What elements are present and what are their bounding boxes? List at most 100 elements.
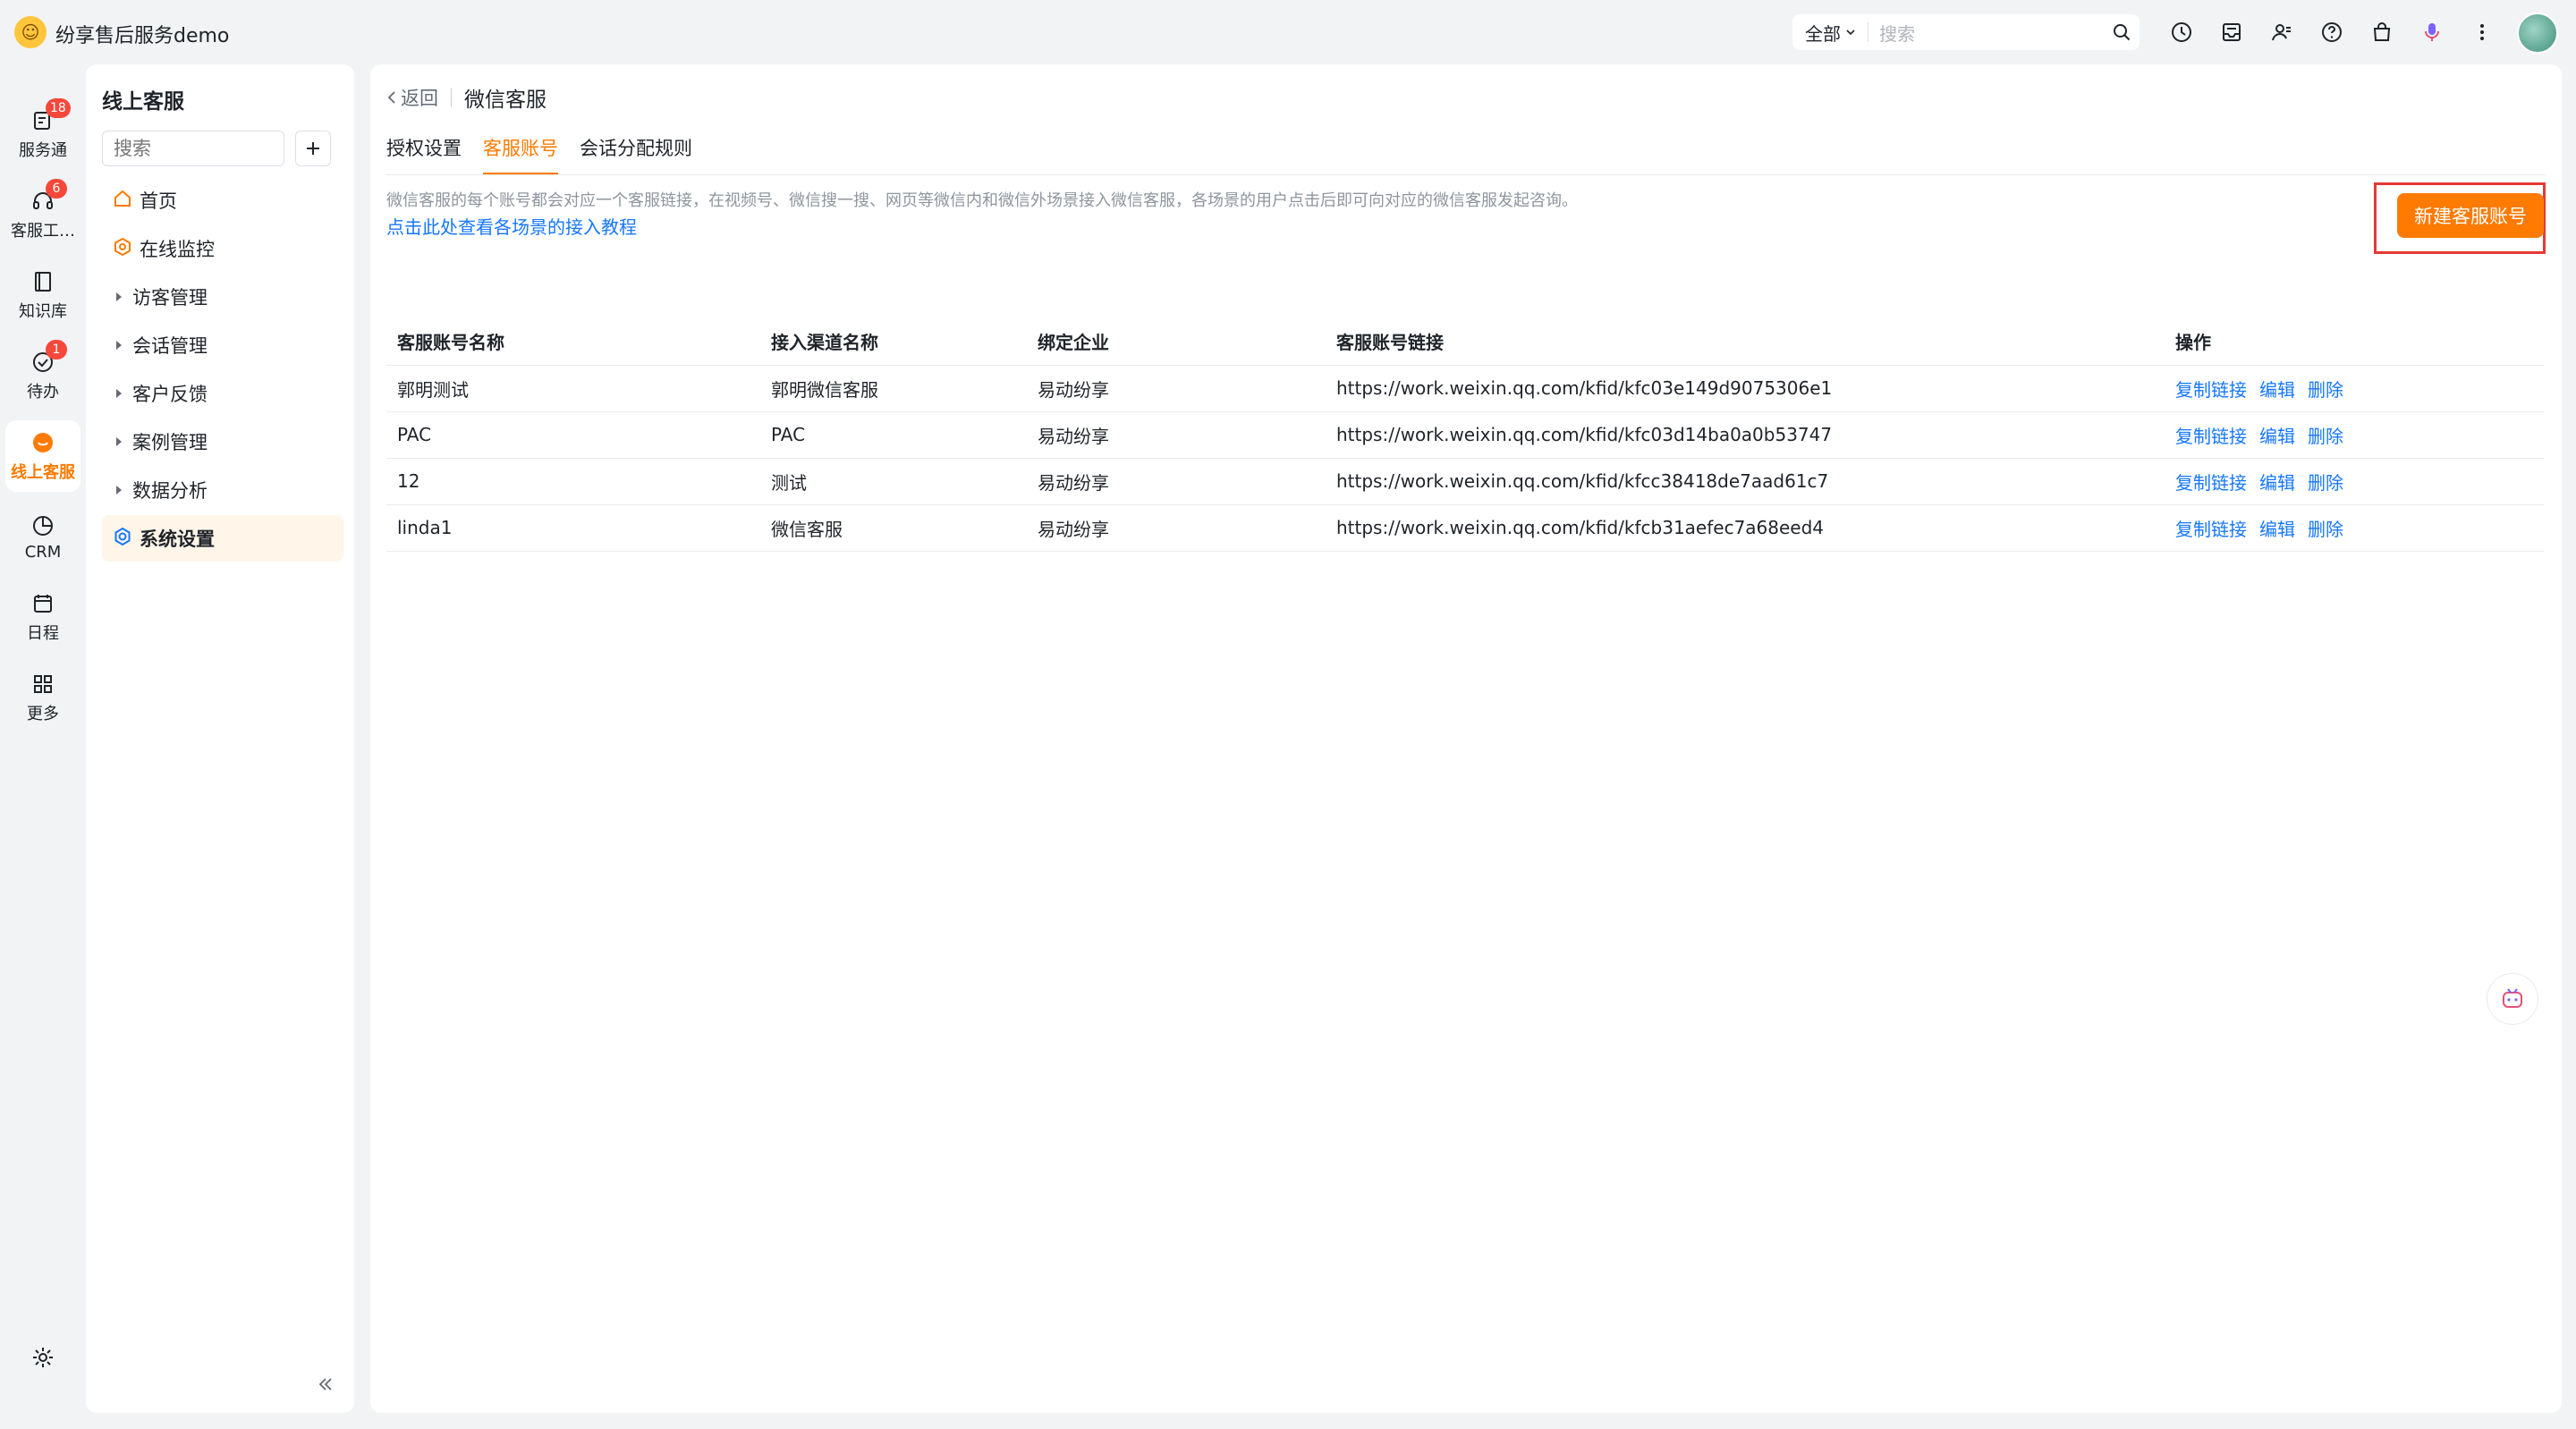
top-toolbar [2165, 14, 2499, 50]
plus-icon [307, 142, 319, 155]
table-row: PAC PAC 易动纷享 https://work.weixin.qq.com/… [386, 411, 2544, 459]
inbox-icon[interactable] [2215, 15, 2249, 49]
table-header-row: 客服账号名称 接入渠道名称 绑定企业 客服账号链接 操作 [386, 318, 2544, 366]
column-header: 客服账号名称 [386, 318, 760, 366]
sidebar-item-label: 客户反馈 [132, 384, 208, 405]
account-name: 12 [386, 458, 760, 505]
copy-link-button[interactable]: 复制链接 [2175, 426, 2247, 447]
new-service-account-button[interactable]: 新建客服账号 [2397, 193, 2544, 238]
edit-button[interactable]: 编辑 [2259, 426, 2295, 447]
shopping-bag-icon[interactable] [2365, 15, 2399, 49]
account-name: linda1 [386, 504, 760, 552]
delete-button[interactable]: 删除 [2308, 472, 2343, 494]
page-title: 微信客服 [464, 89, 547, 112]
tab-service-accounts[interactable]: 客服账号 [483, 129, 558, 175]
copy-link-button[interactable]: 复制链接 [2175, 379, 2247, 401]
sidebar-item-label: 数据分析 [132, 480, 208, 502]
account-name: PAC [386, 411, 760, 459]
delete-button[interactable]: 删除 [2308, 426, 2343, 447]
row-actions: 复制链接 编辑 删除 [2165, 365, 2544, 412]
ai-assistant-icon[interactable] [2487, 973, 2538, 1025]
channel-name: 测试 [760, 458, 1027, 505]
edit-button[interactable]: 编辑 [2259, 472, 2295, 494]
delete-button[interactable]: 删除 [2308, 519, 2343, 540]
table-row: linda1 微信客服 易动纷享 https://work.weixin.qq.… [386, 504, 2544, 552]
back-link[interactable]: 返回 [386, 84, 438, 111]
page-description: 微信客服的每个账号都会对应一个客服链接，在视频号、微信搜一搜、网页等微信内和微信… [386, 191, 1578, 210]
sidebar-item-label: 案例管理 [132, 432, 208, 453]
global-search[interactable]: 全部 搜索 [1792, 14, 2140, 50]
sidebar-item-visitors[interactable]: 访客管理 [102, 274, 343, 320]
rail-item-todo[interactable]: 1 待办 [5, 340, 80, 411]
book-icon [30, 268, 56, 295]
search-scope-select[interactable]: 全部 [1792, 20, 1857, 46]
edit-button[interactable]: 编辑 [2259, 519, 2295, 540]
column-header: 绑定企业 [1027, 318, 1326, 366]
rail-item-agent-workbench[interactable]: 6 客服工… [5, 179, 80, 250]
sidebar-item-monitor[interactable]: 在线监控 [102, 225, 343, 272]
sidebar-item-feedback[interactable]: 客户反馈 [102, 370, 343, 417]
channel-name: PAC [760, 411, 1027, 459]
top-bar: ☺ 纷享售后服务demo 全部 搜索 [0, 0, 2576, 64]
column-header: 操作 [2165, 318, 2544, 366]
sidebar-item-home[interactable]: 首页 [102, 177, 343, 224]
rail-item-more[interactable]: 更多 [5, 662, 80, 733]
search-icon[interactable] [2104, 22, 2140, 42]
column-header: 客服账号链接 [1326, 318, 2165, 366]
sidebar-item-label: 会话管理 [132, 335, 208, 357]
tutorial-link[interactable]: 点击此处查看各场景的接入教程 [386, 213, 637, 239]
monitor-icon [113, 237, 132, 261]
app-logo-icon[interactable]: ☺ [14, 16, 47, 48]
add-button[interactable] [295, 131, 331, 166]
copy-link-button[interactable]: 复制链接 [2175, 519, 2247, 540]
main-panel: 返回 微信客服 授权设置 客服账号 会话分配规则 微信客服的每个账号都会对应一个… [370, 64, 2562, 1413]
clock-icon[interactable] [2165, 15, 2199, 49]
sidebar-item-cases[interactable]: 案例管理 [102, 419, 343, 465]
chevron-down-icon [1844, 21, 1857, 43]
tab-authorization[interactable]: 授权设置 [386, 129, 462, 175]
rail-item-service[interactable]: 18 服务通 [5, 98, 80, 170]
sidebar-item-label: 首页 [140, 190, 177, 212]
gear-icon [30, 1344, 56, 1371]
voice-assistant-icon[interactable] [2415, 15, 2449, 49]
bound-company: 易动纷享 [1027, 504, 1326, 552]
table-row: 12 测试 易动纷享 https://work.weixin.qq.com/kf… [386, 458, 2544, 505]
search-input[interactable]: 搜索 [1879, 20, 2104, 46]
copy-link-button[interactable]: 复制链接 [2175, 472, 2247, 494]
account-link: https://work.weixin.qq.com/kfid/kfcb31ae… [1326, 504, 2165, 552]
channel-name: 微信客服 [760, 504, 1027, 552]
tab-divider [386, 174, 2546, 175]
breadcrumb: 返回 微信客服 [386, 82, 547, 113]
tab-assignment-rules[interactable]: 会话分配规则 [580, 129, 692, 175]
rail-item-knowledge[interactable]: 知识库 [5, 259, 80, 331]
service-icon: 18 [30, 98, 71, 134]
channel-name: 郭明微信客服 [760, 365, 1027, 412]
column-header: 接入渠道名称 [760, 318, 1027, 366]
more-vertical-icon[interactable] [2465, 15, 2499, 49]
search-scope-label: 全部 [1805, 22, 1841, 45]
collapse-sidebar-icon[interactable] [317, 1375, 335, 1397]
rail-item-label: 更多 [27, 705, 59, 723]
rail-settings[interactable] [5, 1332, 80, 1382]
module-sidebar: 线上客服 首页 在线监控 访客管理 会话管理 客户反馈 案例管理 数据分析 系统… [86, 64, 354, 1413]
rail-item-schedule[interactable]: 日程 [5, 581, 80, 653]
sidebar-search-input[interactable] [102, 131, 284, 166]
sidebar-item-sessions[interactable]: 会话管理 [102, 322, 343, 368]
chat-bubble-icon [30, 429, 56, 456]
contacts-icon[interactable] [2265, 15, 2299, 49]
user-avatar[interactable] [2517, 13, 2558, 54]
rail-item-crm[interactable]: CRM [5, 501, 80, 572]
bound-company: 易动纷享 [1027, 411, 1326, 459]
rail-item-label: CRM [24, 542, 62, 562]
rail-badge: 1 [46, 340, 67, 359]
help-icon[interactable] [2315, 15, 2349, 49]
sidebar-item-label: 访客管理 [132, 287, 208, 309]
delete-button[interactable]: 删除 [2308, 379, 2343, 401]
sidebar-item-settings[interactable]: 系统设置 [102, 515, 343, 562]
sidebar-item-analytics[interactable]: 数据分析 [102, 467, 343, 513]
edit-button[interactable]: 编辑 [2259, 379, 2295, 401]
rail-item-label: 服务通 [19, 141, 67, 160]
rail-item-online-service[interactable]: 线上客服 [5, 420, 80, 492]
accounts-table: 客服账号名称 接入渠道名称 绑定企业 客服账号链接 操作 郭明测试 郭明微信客服… [386, 318, 2544, 552]
bound-company: 易动纷享 [1027, 365, 1326, 412]
